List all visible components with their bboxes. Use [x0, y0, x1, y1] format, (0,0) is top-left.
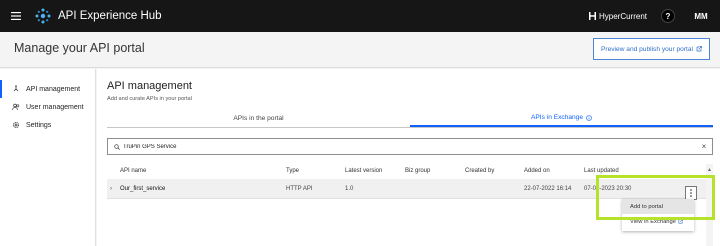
tab-apis-in-exchange[interactable]: APIs in Exchange	[410, 110, 713, 127]
tab-bar: APIs in the portal APIs in Exchange	[107, 110, 713, 128]
tab-label: APIs in Exchange	[530, 114, 584, 121]
sidebar-item-api-management[interactable]: API management	[0, 80, 95, 98]
api-name-cell[interactable]: Our_first_service	[120, 179, 165, 199]
search-input[interactable]	[123, 139, 696, 154]
column-header[interactable]: API name	[120, 164, 146, 179]
expand-row-icon[interactable]: ›	[110, 179, 112, 199]
gear-icon	[12, 121, 26, 129]
sidebar-item-settings[interactable]: Settings	[0, 116, 95, 134]
page-title: Manage your API portal	[14, 41, 145, 55]
tab-apis-in-portal[interactable]: APIs in the portal	[107, 110, 410, 127]
preview-publish-button[interactable]: Preview and publish your portal	[593, 38, 710, 60]
page-header: Manage your API portal Preview and publi…	[0, 32, 720, 68]
hypercurrent-label: HyperCurrent	[598, 11, 647, 21]
kebab-menu-icon	[690, 189, 692, 197]
column-header[interactable]: Created by	[465, 164, 494, 179]
api-hub-logo	[35, 8, 51, 24]
api-table: API name Type Latest version Biz group C…	[107, 164, 706, 199]
external-link-icon	[678, 219, 683, 224]
added-on-cell: 22-07-2022 16:14	[524, 186, 572, 192]
info-icon	[586, 114, 592, 121]
column-header[interactable]: Last updated	[584, 164, 619, 179]
sidebar: API management User management Settings	[0, 69, 96, 246]
api-icon	[12, 85, 26, 93]
menu-item-label: Add to portal	[630, 203, 663, 210]
hamburger-menu-icon[interactable]	[0, 0, 32, 32]
sidebar-item-label: API management	[26, 85, 81, 93]
column-header[interactable]: Added on	[524, 164, 550, 179]
version-cell: 1.0	[345, 186, 354, 192]
menu-item-view-in-exchange[interactable]: View in Exchange	[622, 214, 694, 229]
sidebar-item-label: Settings	[26, 121, 52, 129]
tab-label: APIs in the portal	[233, 115, 284, 122]
menu-item-label: View in Exchange	[630, 218, 676, 225]
users-icon	[12, 103, 26, 111]
table-header: API name Type Latest version Biz group C…	[107, 164, 706, 179]
top-bar: API Experience Hub HyperCurrent ? MM	[0, 0, 720, 32]
main-content: API management Add and curate APIs in yo…	[97, 69, 720, 246]
user-avatar[interactable]: MM	[688, 0, 714, 32]
table-scrollbar[interactable]: ▲	[706, 164, 713, 246]
external-link-icon	[696, 46, 702, 52]
search-icon	[114, 143, 120, 150]
row-actions-menu: Add to portal View in Exchange	[622, 199, 694, 231]
help-icon[interactable]: ?	[661, 9, 675, 23]
column-header[interactable]: Latest version	[345, 164, 382, 179]
section-title: API management	[107, 80, 192, 92]
last-updated-cell: 07-08-2023 20:30	[584, 186, 632, 192]
type-cell: HTTP API	[286, 186, 313, 192]
sidebar-item-label: User management	[26, 103, 84, 111]
search-field: ×	[107, 138, 713, 155]
clear-search-icon[interactable]: ×	[696, 139, 712, 154]
sidebar-item-user-management[interactable]: User management	[0, 98, 95, 116]
hypercurrent-link[interactable]: HyperCurrent	[588, 11, 647, 21]
scroll-up-arrow-icon[interactable]: ▲	[706, 167, 713, 173]
hypercurrent-icon	[588, 12, 596, 20]
menu-item-add-to-portal[interactable]: Add to portal	[622, 199, 694, 214]
column-header[interactable]: Type	[286, 164, 299, 179]
column-header[interactable]: Biz group	[405, 164, 430, 179]
overflow-menu-button[interactable]	[685, 186, 697, 200]
section-subtitle: Add and curate APIs in your portal	[107, 96, 192, 102]
table-row[interactable]: › Our_first_service HTTP API 1.0 22-07-2…	[107, 179, 706, 199]
preview-publish-label: Preview and publish your portal	[601, 45, 693, 53]
app-title: API Experience Hub	[58, 10, 162, 22]
